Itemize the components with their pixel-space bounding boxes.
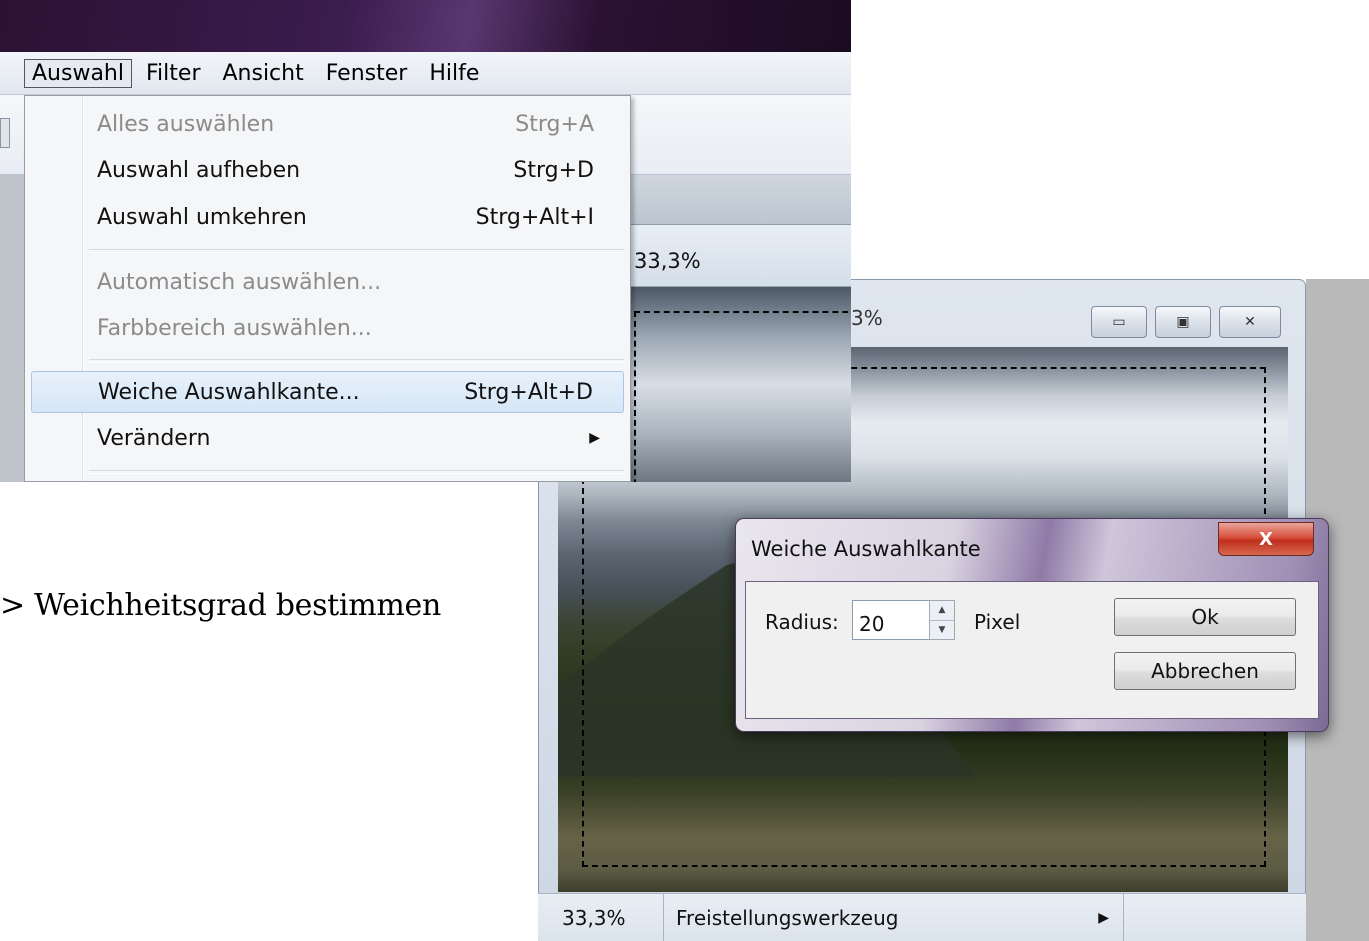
app-titlebar [0, 0, 851, 52]
minimize-button[interactable]: ▭ [1091, 306, 1147, 338]
spinner-up-icon[interactable]: ▲ [930, 601, 954, 621]
menu-item-weiche-auswahlkante[interactable]: Weiche Auswahlkante... Strg+Alt+D [31, 371, 624, 413]
menu-item-veraendern[interactable]: Verändern ▶ [31, 417, 624, 459]
menu-item-shortcut: Strg+D [513, 157, 594, 183]
radius-spinner[interactable]: ▲ ▼ [929, 600, 955, 640]
dialog-body: Radius: ▲ ▼ Pixel Ok Abbrechen [745, 581, 1319, 719]
menu-item-label: Weiche Auswahlkante... [98, 379, 360, 405]
radius-input[interactable] [852, 600, 936, 640]
dialog-close-button[interactable]: X [1218, 522, 1314, 556]
menu-item-auswahl-aufheben[interactable]: Auswahl aufheben Strg+D [31, 149, 624, 191]
status-tool-label: Freistellungswerkzeug [676, 905, 899, 930]
cancel-button[interactable]: Abbrechen [1114, 652, 1296, 690]
menu-item-label: Verändern [97, 425, 211, 451]
dialog-title: Weiche Auswahlkante [751, 537, 981, 561]
auswahl-dropdown-menu: Alles auswählen Strg+A Auswahl aufheben … [24, 95, 631, 482]
menu-bar: Auswahl Filter Ansicht Fenster Hilfe [0, 52, 851, 95]
submenu-arrow-icon: ▶ [589, 430, 600, 446]
radius-label: Radius: [765, 610, 839, 634]
menu-item-shortcut: Strg+Alt+D [464, 379, 593, 405]
toolbar-scroll-handle[interactable] [0, 118, 10, 148]
menu-auswahl[interactable]: Auswahl [24, 58, 132, 88]
unit-label: Pixel [974, 610, 1021, 634]
spinner-down-icon[interactable]: ▼ [930, 621, 954, 640]
menu-item-label: Alles auswählen [97, 111, 275, 137]
menu-separator [89, 359, 624, 363]
panel-strip [620, 175, 851, 225]
menu-item-label: Automatisch auswählen... [97, 269, 382, 295]
menu-item-automatisch-auswaehlen[interactable]: Automatisch auswählen... [31, 261, 624, 303]
status-tool[interactable]: Freistellungswerkzeug ▶ [664, 894, 1124, 941]
image-window-title: 3% [851, 306, 883, 330]
menu-separator [89, 470, 624, 474]
menu-filter[interactable]: Filter [138, 59, 208, 88]
status-bar: 33,3% Freistellungswerkzeug ▶ [538, 893, 1306, 941]
document-photo [620, 287, 851, 482]
status-zoom: 33,3% [538, 894, 664, 941]
menu-item-label: Farbbereich auswählen... [97, 315, 372, 341]
close-button[interactable]: ✕ [1219, 306, 1281, 338]
menu-item-shortcut: Strg+A [515, 111, 594, 137]
ok-button[interactable]: Ok [1114, 598, 1296, 636]
feather-dialog: Weiche Auswahlkante X Radius: ▲ ▼ Pixel … [735, 518, 1329, 732]
workspace-left [0, 175, 24, 482]
menu-hilfe[interactable]: Hilfe [421, 59, 487, 88]
menu-item-label: Auswahl umkehren [97, 204, 307, 230]
menu-ansicht[interactable]: Ansicht [214, 59, 311, 88]
document-tab-zoom: 33,3% [634, 249, 701, 273]
menu-item-alles-auswaehlen[interactable]: Alles auswählen Strg+A [31, 103, 624, 145]
caption-text: > Weichheitsgrad bestimmen [0, 588, 441, 623]
window-controls: ▭ ▣ ✕ [1091, 306, 1281, 338]
menu-separator [89, 249, 624, 253]
menu-item-farbbereich-auswaehlen[interactable]: Farbbereich auswählen... [31, 307, 624, 349]
document-selection-marquee [634, 311, 851, 482]
document-tab[interactable]: 33,3% [620, 225, 851, 287]
menu-item-label: Auswahl aufheben [97, 157, 301, 183]
menu-item-auswahl-umkehren[interactable]: Auswahl umkehren Strg+Alt+I [31, 196, 624, 238]
menu-fenster[interactable]: Fenster [318, 59, 416, 88]
menu-item-shortcut: Strg+Alt+I [475, 204, 594, 230]
maximize-button[interactable]: ▣ [1155, 306, 1211, 338]
status-arrow-icon[interactable]: ▶ [1098, 910, 1109, 926]
app-window-crop: Auswahl Filter Ansicht Fenster Hilfe 33,… [0, 0, 851, 482]
